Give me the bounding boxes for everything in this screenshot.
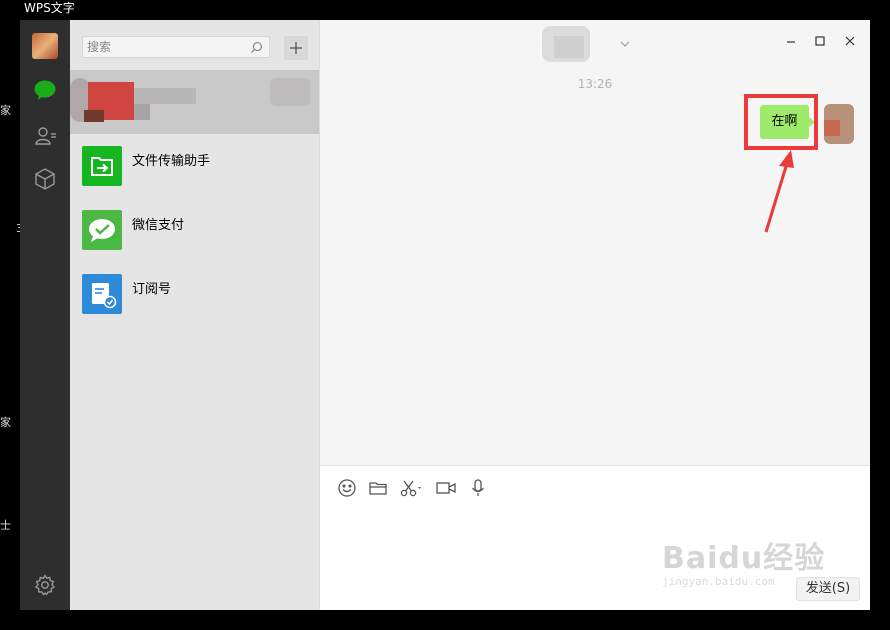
folder-icon[interactable] (368, 478, 388, 498)
blurred-time (270, 78, 310, 106)
contacts-icon[interactable] (33, 124, 57, 148)
search-box[interactable] (82, 36, 270, 58)
chevron-down-icon[interactable] (620, 40, 630, 48)
add-chat-button[interactable] (284, 36, 308, 60)
settings-gear-icon[interactable] (33, 573, 57, 597)
nav-sidebar (20, 20, 70, 610)
desktop-fragment: 士 (0, 519, 11, 532)
user-avatar[interactable] (32, 33, 58, 59)
maximize-button[interactable] (813, 34, 827, 48)
search-icon (250, 41, 263, 54)
scissors-icon[interactable] (399, 478, 425, 498)
search-input[interactable] (87, 40, 247, 54)
message-composer[interactable]: 发送(S) (320, 466, 870, 610)
chat-pane: 13:26 在啊 发送(S) (320, 20, 870, 610)
chat-icon[interactable] (33, 78, 57, 102)
conversation-name: 订阅号 (132, 282, 172, 297)
wechat-window: 文件传输助手 微信支付 订阅 (20, 20, 870, 610)
emoji-icon[interactable] (337, 478, 357, 498)
annotation-arrow (764, 150, 794, 233)
wechat-pay-icon (82, 210, 122, 250)
conversation-list: 文件传输助手 微信支付 订阅 (70, 20, 320, 610)
highlight-box (744, 94, 818, 150)
conversation-item[interactable] (70, 70, 319, 134)
video-call-icon[interactable] (435, 478, 457, 498)
desktop-fragment: 家 (0, 416, 11, 429)
conversation-item[interactable]: 文件传输助手 (70, 134, 319, 198)
file-transfer-icon (82, 146, 122, 186)
minimize-button[interactable] (784, 34, 798, 48)
plus-icon (290, 42, 302, 54)
conversation-name: 文件传输助手 (132, 154, 211, 169)
subscription-icon (82, 274, 122, 314)
conversation-item[interactable]: 微信支付 (70, 198, 319, 262)
send-button[interactable]: 发送(S) (796, 577, 860, 601)
desktop-fragment: 家 (0, 104, 11, 117)
message-timestamp: 13:26 (577, 77, 613, 91)
app-title: WPS文字 (24, 1, 75, 15)
conversation-item[interactable]: 订阅号 (70, 262, 319, 326)
box-icon[interactable] (33, 167, 57, 191)
blurred-name (134, 88, 196, 104)
conversation-name: 微信支付 (132, 218, 185, 233)
close-button[interactable] (843, 34, 857, 48)
microphone-icon[interactable] (468, 478, 488, 498)
